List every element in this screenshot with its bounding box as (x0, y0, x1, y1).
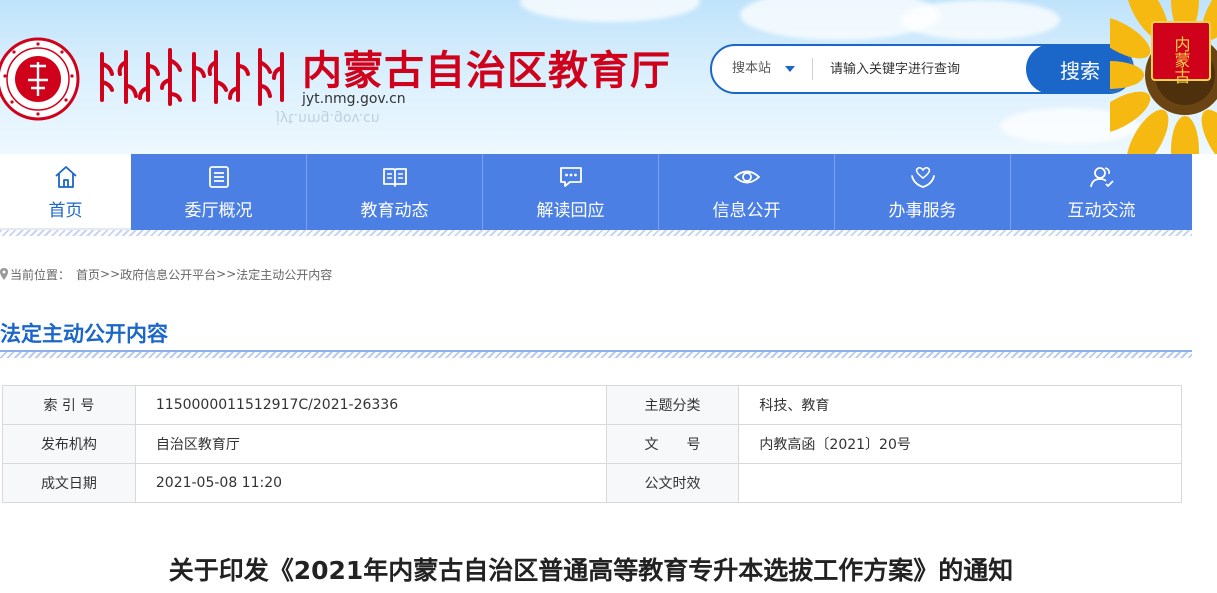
nav-label: 办事服务 (888, 200, 957, 221)
caret-down-icon (785, 65, 796, 72)
home-icon (54, 165, 77, 188)
nav-bottom-strip (0, 230, 1192, 236)
nav-label: 首页 (48, 200, 83, 221)
cloud-decoration (900, 0, 1060, 40)
search-bar: 搜本站 搜索 (710, 44, 1134, 94)
publisher-label: 发布机构 (2, 424, 136, 464)
breadcrumb-separator: >> (100, 267, 121, 281)
badge-text: 内蒙古 (1172, 36, 1191, 84)
nav-label: 委厅概况 (184, 200, 253, 221)
eye-icon (733, 170, 760, 183)
mongolian-script-logo-icon (100, 48, 284, 106)
publisher-value: 自治区教育厅 (134, 424, 607, 464)
cloud-decoration (520, 0, 700, 22)
chat-icon (559, 166, 582, 187)
main-nav: 首页 委厅概况 教育动态 解读回应 信息公开 办事服务 互动交流 (0, 154, 1192, 230)
sunflower-decoration-icon: 内蒙古 (1110, 0, 1217, 154)
education-dept-emblem-icon (0, 37, 80, 121)
nav-item-home[interactable]: 首页 (0, 154, 131, 230)
site-header: 内蒙古自治区教育厅 jyt.nmg.gov.cn jyt.nmg.gov.cn … (0, 0, 1217, 154)
table-row: 索 引 号 1150000011512917C/2021-26336 主题分类 … (2, 385, 1182, 425)
nav-item-disclosure[interactable]: 信息公开 (659, 154, 835, 230)
document-info-table: 索 引 号 1150000011512917C/2021-26336 主题分类 … (2, 385, 1182, 503)
site-title[interactable]: 内蒙古自治区教育厅 (302, 38, 671, 96)
location-pin-icon (0, 268, 8, 280)
table-row: 成文日期 2021-05-08 11:20 公文时效 (2, 463, 1182, 503)
index-number-label: 索 引 号 (2, 385, 136, 425)
table-row: 发布机构 自治区教育厅 文 号 内教高函〔2021〕20号 (2, 424, 1182, 464)
section-title: 法定主动公开内容 (0, 322, 168, 346)
breadcrumb-separator: >> (216, 267, 237, 281)
breadcrumb: 当前位置： 首页 >> 政府信息公开平台 >> 法定主动公开内容 (0, 266, 332, 282)
breadcrumb-home[interactable]: 首页 (76, 266, 100, 283)
book-icon (382, 167, 407, 187)
users-icon (1089, 166, 1114, 187)
nav-label: 互动交流 (1067, 200, 1136, 221)
creation-date-label: 成文日期 (2, 463, 136, 503)
search-scope-dropdown[interactable]: 搜本站 (732, 46, 796, 92)
search-scope-label: 搜本站 (732, 61, 772, 76)
document-number-label: 文 号 (605, 424, 740, 464)
creation-date-value: 2021-05-08 11:20 (134, 463, 607, 503)
nav-item-interaction[interactable]: 互动交流 (1011, 154, 1192, 230)
site-domain: jyt.nmg.gov.cn (302, 91, 406, 107)
document-number-value: 内教高函〔2021〕20号 (738, 424, 1182, 464)
search-input[interactable] (830, 54, 1020, 84)
site-domain-reflection: jyt.nmg.gov.cn (276, 110, 380, 126)
search-divider (812, 58, 813, 80)
validity-value (738, 463, 1182, 503)
breadcrumb-prefix: 当前位置： (10, 267, 71, 282)
nav-label: 信息公开 (712, 200, 781, 221)
list-icon (208, 165, 229, 188)
index-number-value: 1150000011512917C/2021-26336 (134, 385, 607, 425)
breadcrumb-current[interactable]: 法定主动公开内容 (236, 266, 332, 283)
breadcrumb-disclosure-platform[interactable]: 政府信息公开平台 (120, 266, 216, 283)
validity-label: 公文时效 (605, 463, 740, 503)
nav-item-services[interactable]: 办事服务 (835, 154, 1011, 230)
nav-item-news[interactable]: 教育动态 (307, 154, 483, 230)
topic-category-value: 科技、教育 (738, 385, 1182, 425)
section-divider (0, 350, 1192, 358)
nav-label: 解读回应 (536, 200, 605, 221)
topic-category-label: 主题分类 (605, 385, 740, 425)
nav-item-overview[interactable]: 委厅概况 (131, 154, 307, 230)
article-title: 关于印发《2021年内蒙古自治区普通高等教育专升本选拔工作方案》的通知 (168, 556, 1014, 585)
nav-item-interpretation[interactable]: 解读回应 (483, 154, 659, 230)
nav-label: 教育动态 (360, 200, 429, 221)
hands-icon (910, 166, 935, 188)
